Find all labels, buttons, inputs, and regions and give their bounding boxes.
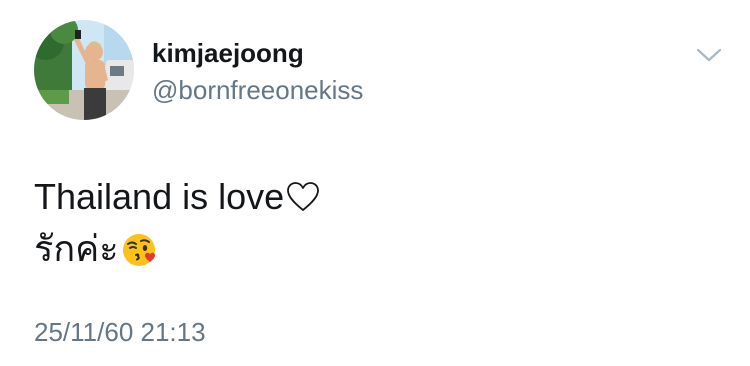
tweet-text: Thailand is love รักค่ะ [34, 173, 320, 281]
avatar[interactable] [34, 20, 134, 120]
tweet-line-2-text: รักค่ะ [34, 228, 119, 269]
heart-outline-icon [286, 177, 320, 225]
tweet-timestamp[interactable]: 25/11/60 21:13 [34, 317, 206, 347]
display-name[interactable]: kimjaejoong [152, 38, 304, 68]
tweet-line-1: Thailand is love [34, 173, 320, 225]
tweet-line-1-text: Thailand is love [34, 176, 285, 217]
chevron-down-icon[interactable] [694, 44, 724, 66]
tweet-card: kimjaejoong @bornfreeonekiss Thailand is… [0, 0, 750, 366]
user-handle[interactable]: @bornfreeonekiss [152, 75, 363, 105]
tweet-line-2: รักค่ะ [34, 225, 320, 281]
face-blowing-kiss-emoji [121, 231, 159, 281]
